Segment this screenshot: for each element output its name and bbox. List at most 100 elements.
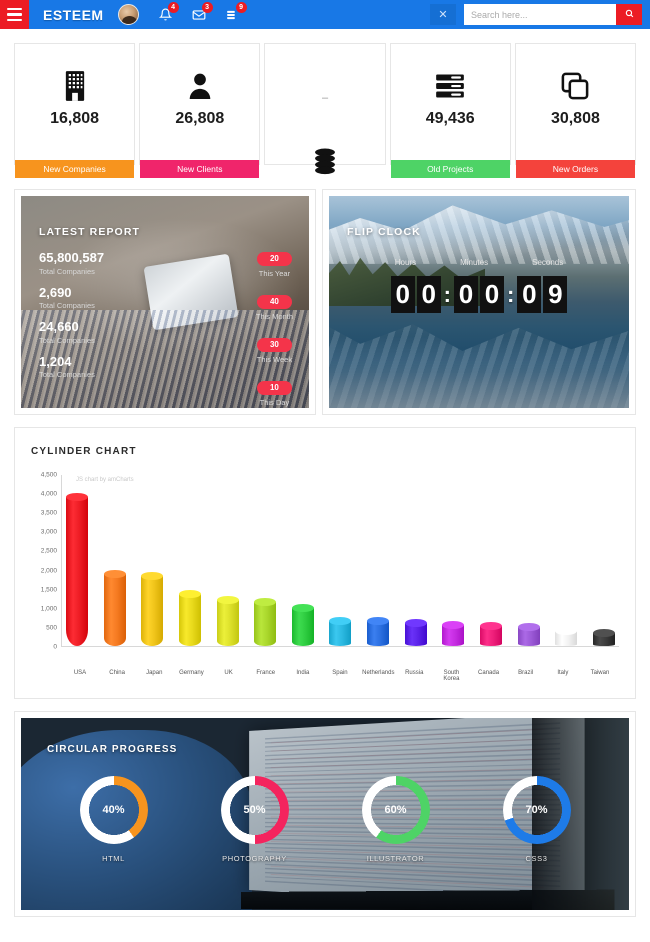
chart-bar[interactable] <box>254 475 277 646</box>
avatar[interactable] <box>117 4 139 25</box>
stat-value: 30,808 <box>550 110 600 127</box>
x-axis-label: UK <box>224 670 233 676</box>
x-axis-label: China <box>109 670 125 676</box>
report-clock-row: LATEST REPORT 65,800,587 Total Companies… <box>14 189 636 415</box>
circular-progress-items: 40% HTML 40% 50% PHOTOGRAPHY 50% 60% ILLUSTRATO… <box>21 776 629 863</box>
x-axis-label: Italy <box>557 670 569 676</box>
x-axis-label: Spain <box>332 670 348 676</box>
server-icon <box>435 68 465 104</box>
close-icon[interactable]: ✕ <box>430 4 456 25</box>
stat-value: 26,808 <box>175 110 225 127</box>
hours-digit-2: 0 <box>416 276 441 313</box>
messages-badge: 3 <box>201 1 213 13</box>
progress-ring-center: 50% <box>229 784 281 836</box>
y-axis-tick: 500 <box>46 624 57 632</box>
x-axis-label: Netherlands <box>362 670 395 676</box>
progress-ring: 50% <box>220 776 289 844</box>
clock-label-seconds: Seconds <box>532 258 564 267</box>
notifications-badge: 4 <box>167 2 179 13</box>
badge-label: This Year <box>258 269 291 278</box>
clock-digits: 0 0 : 0 0 : 0 9 <box>329 276 629 313</box>
chart-bar[interactable] <box>66 475 88 646</box>
x-axis-label: India <box>296 670 310 676</box>
stat-label: New Companies <box>15 160 135 178</box>
top-header: ESTEEM 4 3 9 ✕ <box>0 0 650 29</box>
x-axis-label: Brazil <box>518 670 534 676</box>
notifications-bell-icon[interactable]: 4 <box>158 2 179 21</box>
stat-value: – <box>321 92 329 104</box>
y-axis-tick: 4,000 <box>40 490 57 498</box>
progress-ring-center: 40% <box>88 784 140 836</box>
chart-bar[interactable] <box>404 475 427 646</box>
y-axis-tick: 3,000 <box>40 528 57 536</box>
report-stat-item: 24,660 Total Companies <box>39 319 104 345</box>
progress-ring-center: 60% <box>370 784 422 836</box>
chart-bar[interactable] <box>141 475 164 646</box>
chart-bar[interactable] <box>329 475 352 646</box>
stat-card-new-clients[interactable]: 26,808 New Clients <box>139 43 261 178</box>
badge-count: 10 <box>256 380 292 395</box>
stat-card-new-companies[interactable]: 16,808 New Companies <box>14 43 136 178</box>
tasks-badge: 9 <box>235 1 247 13</box>
chart-bar[interactable] <box>216 475 239 646</box>
y-axis-tick: 4,500 <box>40 471 57 479</box>
minutes-digit-1: 0 <box>454 276 478 313</box>
report-badge: 40 This Month <box>256 291 293 321</box>
progress-ring: 70% <box>502 776 571 844</box>
x-axis-label: Japan <box>146 670 163 676</box>
chart-bar[interactable] <box>291 475 314 646</box>
circular-progress-item[interactable]: 70% CSS3 70% <box>502 776 571 863</box>
search-input[interactable] <box>464 4 616 25</box>
stat-card-new-orders[interactable]: 30,808 New Orders <box>514 43 637 178</box>
stat-value: 49,436 <box>425 110 475 127</box>
stat-card-database[interactable]: – <box>264 43 386 175</box>
chart-bar[interactable] <box>178 475 201 646</box>
report-value: 24,660 <box>39 319 79 335</box>
circular-progress-item[interactable]: 60% ILLUSTRATOR 60% <box>361 776 430 863</box>
report-stat-item: 1,204 Total Companies <box>39 354 104 380</box>
chart-bar[interactable] <box>517 475 540 646</box>
report-label: Total Companies <box>39 370 95 380</box>
latest-report-badges: 20 This Year 40 This Month 30 This Week … <box>256 248 293 407</box>
progress-ring: 40% <box>79 776 148 844</box>
chart-bar[interactable] <box>367 475 390 646</box>
brand-logo[interactable]: ESTEEM <box>43 7 104 23</box>
search-icon[interactable] <box>616 4 642 25</box>
building-icon <box>61 68 89 104</box>
clock-label-hours: Hours <box>394 258 417 267</box>
chart-bar[interactable] <box>480 475 503 646</box>
chart-bar[interactable] <box>442 475 465 646</box>
flip-clock-media: FLIP CLOCK Hours Minutes Seconds 0 0 : 0… <box>329 196 629 408</box>
x-axis-label: Taiwan <box>590 670 610 676</box>
progress-label: ILLUSTRATOR <box>366 854 425 863</box>
hamburger-menu-icon[interactable] <box>0 0 29 29</box>
circular-progress-item[interactable]: 50% PHOTOGRAPHY 50% <box>220 776 289 863</box>
progress-percent: 70% <box>525 804 548 816</box>
y-axis-tick: 0 <box>53 643 57 651</box>
stat-card-old-projects[interactable]: 49,436 Old Projects <box>389 43 511 178</box>
stat-label: Old Projects <box>390 160 510 178</box>
report-badge: 20 This Year <box>256 248 292 278</box>
messages-envelope-icon[interactable]: 3 <box>192 1 213 22</box>
chart-bar[interactable] <box>103 475 126 646</box>
progress-percent: 50% <box>243 804 266 816</box>
clock-separator: : <box>443 281 451 307</box>
report-value: 2,690 <box>39 284 72 300</box>
circular-progress-item[interactable]: 40% HTML 40% <box>79 776 148 863</box>
y-axis-tick: 2,500 <box>40 547 57 555</box>
chart-title: CYLINDER CHART <box>31 446 137 457</box>
progress-percent: 60% <box>384 804 407 816</box>
chart-y-axis: 4,500 4,000 3,500 3,000 2,500 2,000 1,500 1,000… <box>31 471 61 651</box>
tasks-icon[interactable]: 9 <box>226 1 247 22</box>
seconds-digit-2: 9 <box>543 276 568 313</box>
copy-icon <box>560 68 590 104</box>
seconds-digit-1: 0 <box>517 276 542 313</box>
report-stat-item: 2,690 Total Companies <box>39 285 104 311</box>
report-value: 1,204 <box>39 353 72 369</box>
chart-bar[interactable] <box>555 475 578 646</box>
chart-bar[interactable] <box>592 475 615 646</box>
chart-watermark: JS chart by amCharts <box>76 477 134 483</box>
report-stat-item: 65,800,587 Total Companies <box>39 250 104 276</box>
x-axis-label: South Korea <box>443 670 460 682</box>
database-icon <box>311 147 339 180</box>
